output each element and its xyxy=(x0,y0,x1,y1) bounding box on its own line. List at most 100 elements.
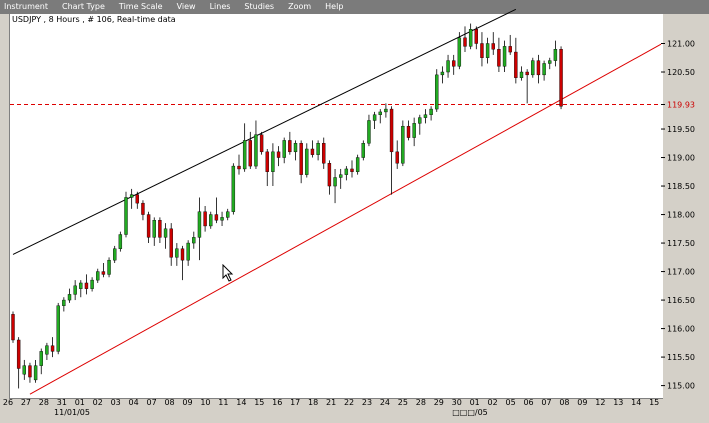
candle-body xyxy=(542,63,546,76)
candle-body xyxy=(372,114,377,121)
candle-body xyxy=(50,345,55,352)
candle-body xyxy=(389,108,394,153)
candle xyxy=(22,359,26,380)
x-tick-label: 05 xyxy=(506,398,516,407)
candle-body xyxy=(412,123,416,138)
candle-body xyxy=(73,285,77,295)
candle xyxy=(118,231,123,252)
x-tick-label: 01 xyxy=(470,398,480,407)
candle xyxy=(299,140,303,184)
candle-body xyxy=(129,194,134,198)
candle-body xyxy=(361,143,365,158)
candle-body xyxy=(231,165,236,212)
candle xyxy=(180,245,185,281)
x-tick-label: 04 xyxy=(129,398,139,407)
candle-body xyxy=(457,37,462,67)
candle-body xyxy=(548,60,552,64)
candle xyxy=(389,106,394,195)
candle-body xyxy=(536,60,541,76)
candle-body xyxy=(480,43,484,58)
candle xyxy=(225,208,230,221)
candle-body xyxy=(474,29,478,44)
candle xyxy=(412,117,416,147)
candle xyxy=(214,197,219,224)
candle xyxy=(73,280,77,301)
x-tick-label: 15 xyxy=(649,398,659,407)
candle xyxy=(129,188,134,209)
chart-candles xyxy=(11,23,563,389)
candle xyxy=(553,40,558,67)
candle xyxy=(146,211,151,244)
x-tick-label: 26 xyxy=(3,398,13,407)
candle-body xyxy=(384,108,388,113)
y-tick-label: 116.00 xyxy=(667,325,695,334)
candle-body xyxy=(378,111,382,115)
candle xyxy=(96,268,100,283)
chart-trendlines xyxy=(12,8,662,395)
candle-body xyxy=(446,60,450,73)
candle-body xyxy=(355,157,360,172)
candle xyxy=(491,32,495,55)
candle-body xyxy=(22,365,26,375)
candle xyxy=(293,140,298,161)
candle-body xyxy=(452,60,456,67)
candle-body xyxy=(152,220,156,238)
candle xyxy=(39,348,43,375)
x-tick-label: 28 xyxy=(39,398,49,407)
candle xyxy=(344,166,349,181)
candle xyxy=(50,337,55,358)
candle xyxy=(525,69,529,104)
candle-body xyxy=(514,51,518,78)
candle xyxy=(423,109,428,124)
x-tick-label: 12 xyxy=(595,398,605,407)
candle-body xyxy=(497,49,501,67)
candle xyxy=(452,54,456,75)
x-tick-label: 07 xyxy=(147,398,157,407)
candle xyxy=(310,140,315,158)
candle-body xyxy=(395,151,399,164)
candle-body xyxy=(45,345,49,355)
candle xyxy=(508,34,512,55)
x-tick-label: 14 xyxy=(236,398,246,407)
candle-body xyxy=(491,43,495,50)
candle xyxy=(152,217,156,246)
candle-body xyxy=(33,365,38,381)
candle-body xyxy=(350,168,354,172)
candle-body xyxy=(11,314,15,341)
candle xyxy=(395,140,399,169)
candle-body xyxy=(101,271,106,275)
x-tick-label: 30 xyxy=(452,398,462,407)
candle xyxy=(406,120,411,141)
x-tick-label: 27 xyxy=(21,398,31,407)
candle xyxy=(84,274,89,295)
candle-body xyxy=(67,294,72,301)
candle-body xyxy=(271,151,275,172)
x-tick-label: 24 xyxy=(380,398,390,407)
y-tick-label: 115.00 xyxy=(667,382,695,391)
candle-body xyxy=(559,49,563,107)
x-tick-label: 11 xyxy=(218,398,228,407)
x-tick-label: 14 xyxy=(631,398,641,407)
x-tick-label: 18 xyxy=(308,398,318,407)
candle xyxy=(485,37,490,64)
candle xyxy=(237,154,241,175)
candle-body xyxy=(180,248,185,261)
candle-body xyxy=(553,49,558,61)
candle xyxy=(254,120,258,169)
candle-body xyxy=(203,211,207,227)
candle-body xyxy=(367,120,371,144)
candle-body xyxy=(107,259,111,275)
candle-body xyxy=(237,165,241,170)
candle-body xyxy=(214,214,219,221)
candle-body xyxy=(519,71,524,78)
candle-body xyxy=(293,143,298,153)
y-tick-label: 117.50 xyxy=(667,239,695,248)
candle-body xyxy=(468,29,473,47)
time-axis: 26 27 28 31 01 02 03 04 07 08 09 10 11 14 15 16 17 18 21 22… xyxy=(3,398,659,417)
candle-body xyxy=(175,248,179,258)
candle xyxy=(378,109,382,124)
candle xyxy=(11,311,15,343)
candle xyxy=(186,240,190,266)
candle xyxy=(259,131,264,155)
candle xyxy=(474,26,478,50)
